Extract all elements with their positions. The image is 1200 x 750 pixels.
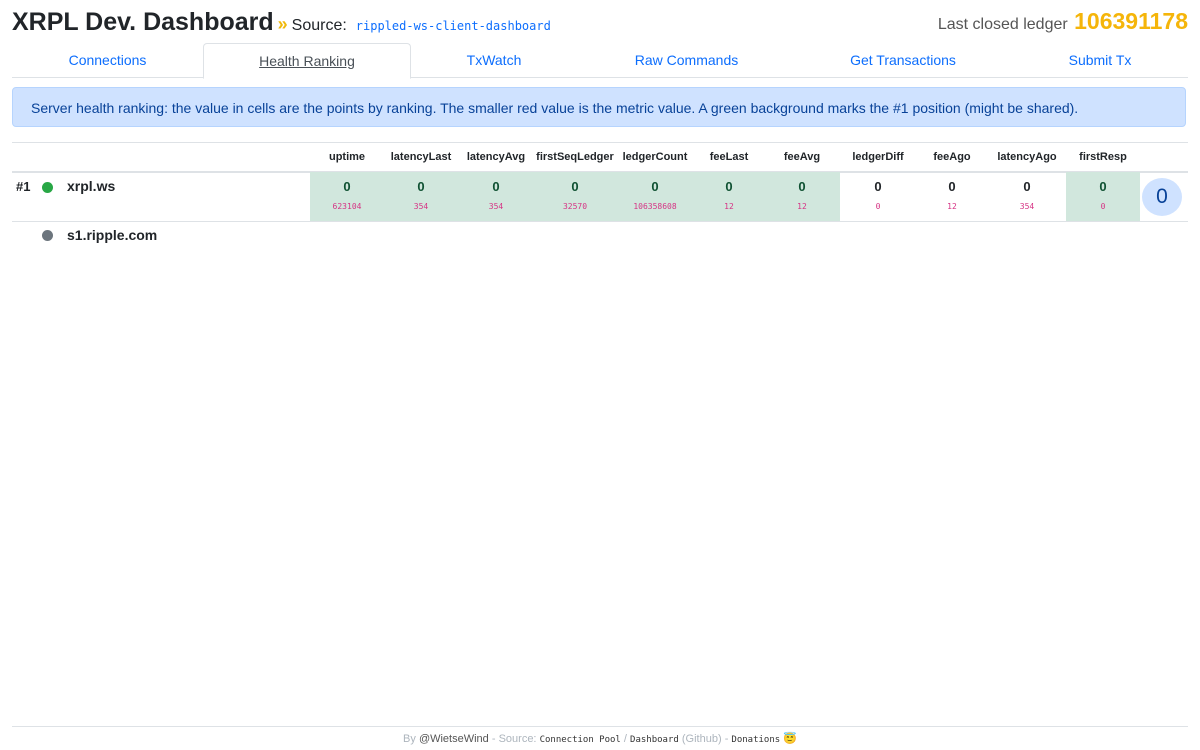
column-header: latencyLast <box>390 151 452 163</box>
metric-value: 32570 <box>562 202 588 211</box>
dashboard-link[interactable]: Dashboard <box>630 735 679 745</box>
column-header: ledgerDiff <box>852 151 904 163</box>
connection-pool-link[interactable]: Connection Pool <box>540 735 621 745</box>
ledger-label: Last closed ledger <box>937 16 1068 33</box>
tab-connections[interactable]: Connections <box>12 43 203 77</box>
table-header-row: uptime latencyLast latencyAvg firstSeqLe… <box>12 142 1188 173</box>
metric-value: 0 <box>875 202 881 211</box>
total-score-badge: 0 <box>1142 178 1182 216</box>
rank-cell: 00 <box>840 172 916 221</box>
tab-txwatch[interactable]: TxWatch <box>409 43 579 77</box>
metric-value: 354 <box>488 202 504 211</box>
tab-raw-commands[interactable]: Raw Commands <box>579 43 794 77</box>
author-link[interactable]: @WietseWind <box>419 733 489 745</box>
nav-tabs: Connections Health Ranking TxWatch Raw C… <box>12 43 1188 79</box>
points-value: 0 <box>948 179 956 194</box>
metric-value: 623104 <box>332 202 362 211</box>
app-title: XRPL Dev. Dashboard <box>12 8 274 36</box>
server-name: s1.ripple.com <box>67 227 158 243</box>
last-closed-ledger: Last closed ledger 106391178 <box>938 8 1188 35</box>
page-header: XRPL Dev. Dashboard» Source: rippled-ws-c… <box>12 8 1188 40</box>
footer: By @WietseWind - Source: Connection Pool… <box>12 726 1188 745</box>
source-link[interactable]: rippled-ws-client-dashboard <box>356 19 551 33</box>
chevron-icon: » <box>277 14 288 34</box>
metric-value: 12 <box>724 202 734 211</box>
rank-cell: 0 354 <box>988 172 1066 221</box>
rank-cell: 0 12 <box>694 172 764 221</box>
github-label: (Github) <box>681 733 722 745</box>
table-row: s1.ripple.com <box>12 222 1188 252</box>
metric-value: 12 <box>947 202 957 211</box>
column-header: latencyAgo <box>997 151 1057 163</box>
column-header: firstSeqLedger <box>536 151 614 163</box>
points-value: 0 <box>1023 179 1031 194</box>
halo-emoji-icon: 😇 <box>783 733 797 745</box>
metric-value: 0 <box>1100 202 1106 211</box>
info-alert: Server health ranking: the value in cell… <box>12 87 1186 127</box>
points-value: 0 <box>343 179 351 194</box>
rank-cell: 00 <box>1066 172 1140 221</box>
points-value: 0 <box>725 179 733 194</box>
tab-submit-tx[interactable]: Submit Tx <box>1012 43 1188 77</box>
tab-get-transactions[interactable]: Get Transactions <box>794 43 1012 77</box>
footer-source-label: - Source: <box>491 733 537 745</box>
donations-link[interactable]: Donations <box>731 735 780 745</box>
metric-value: 106358608 <box>633 202 677 211</box>
rank-cell: 0 354 <box>458 172 534 221</box>
column-header: ledgerCount <box>622 151 688 163</box>
points-value: 0 <box>798 179 806 194</box>
rank-cell: 0 354 <box>384 172 458 221</box>
column-header: feeAgo <box>933 151 971 163</box>
column-header: feeAvg <box>783 151 821 163</box>
rank-cell: 0 32570 <box>534 172 616 221</box>
points-value: 0 <box>1099 179 1107 194</box>
rank-cell: 0 12 <box>764 172 840 221</box>
rank-cell: 0 623104 <box>310 172 384 221</box>
metric-value: 12 <box>797 202 807 211</box>
points-value: 0 <box>492 179 500 194</box>
points-value: 0 <box>651 179 659 194</box>
footer-slash: / <box>623 733 627 745</box>
footer-by: By <box>403 733 416 745</box>
table-row: #1 xrpl.ws 0 623104 0 354 0 354 0 32570 0 106… <box>12 172 1188 222</box>
ledger-number: 106391178 <box>1074 8 1188 34</box>
source-label: Source: <box>291 17 347 34</box>
column-header: feeLast <box>709 151 749 163</box>
status-dot-icon <box>42 182 53 193</box>
column-header: firstResp <box>1079 151 1127 163</box>
column-header: latencyAvg <box>466 151 526 163</box>
tab-health-ranking[interactable]: Health Ranking <box>203 43 411 79</box>
rank-cell: 0 12 <box>916 172 988 221</box>
points-value: 0 <box>417 179 425 194</box>
footer-dash: - <box>724 733 729 745</box>
points-value: 0 <box>874 179 882 194</box>
rank-label: #1 <box>16 179 31 194</box>
status-dot-icon <box>42 230 53 241</box>
rank-cell: 0 106358608 <box>616 172 694 221</box>
column-header: uptime <box>328 151 366 163</box>
page-title: XRPL Dev. Dashboard» Source: rippled-ws-c… <box>12 8 551 37</box>
metric-value: 354 <box>1019 202 1035 211</box>
points-value: 0 <box>571 179 579 194</box>
server-name: xrpl.ws <box>67 178 116 194</box>
metric-value: 354 <box>413 202 429 211</box>
